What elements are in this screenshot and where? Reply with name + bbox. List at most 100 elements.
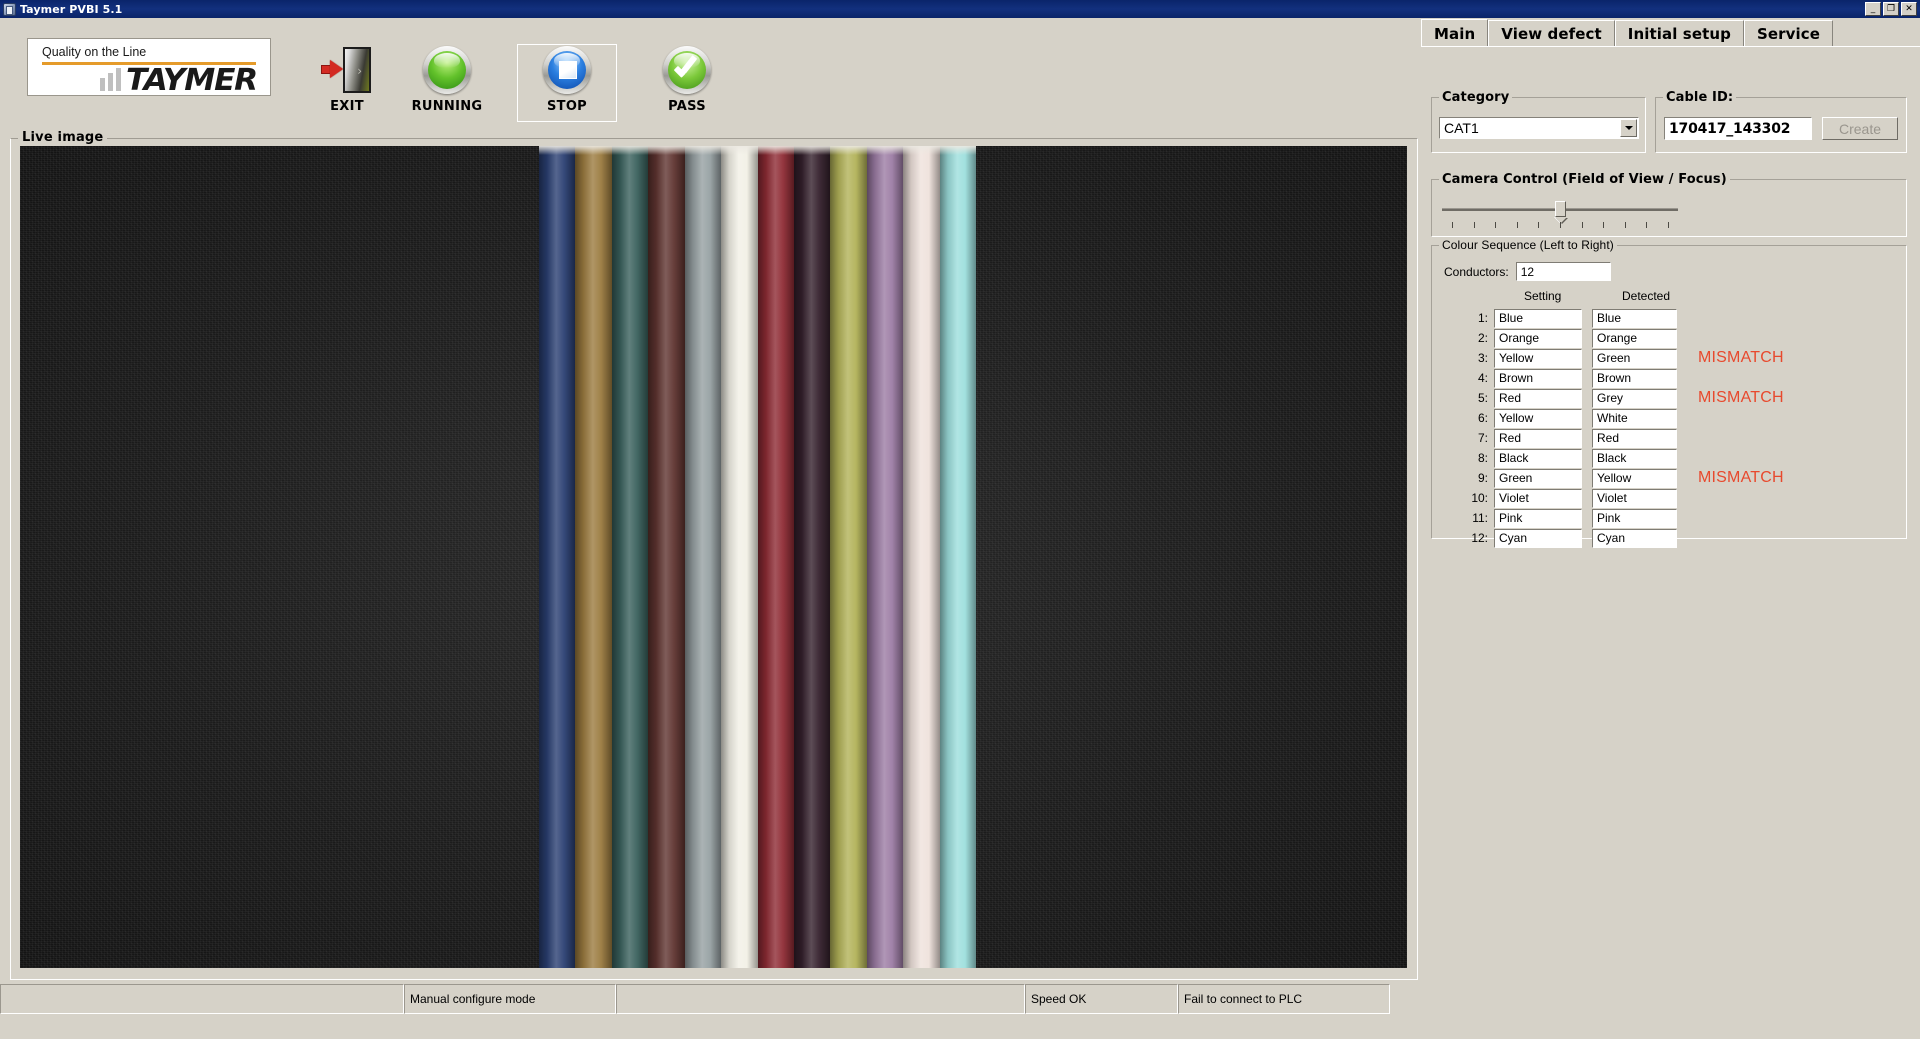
setting-input[interactable]: Orange [1494, 328, 1582, 348]
live-image-group: Live image [10, 130, 1418, 980]
detected-input[interactable]: Green [1592, 348, 1677, 368]
conductor-strip-8 [793, 146, 831, 968]
conductor-index: 2: [1477, 331, 1488, 345]
exit-button[interactable]: › EXIT [297, 44, 397, 122]
minimize-icon: _ [1870, 3, 1876, 14]
cable-conductor-strips [539, 146, 977, 968]
detected-input[interactable]: Orange [1592, 328, 1677, 348]
conductor-row: 2: Orange Orange [1432, 328, 1906, 348]
close-icon: ✕ [1905, 3, 1913, 14]
slider-thumb[interactable] [1554, 201, 1566, 217]
cable-id-group: Cable ID: 170417_143302 Create [1655, 90, 1907, 153]
detected-input[interactable]: Violet [1592, 488, 1677, 508]
setting-input[interactable]: Black [1494, 448, 1582, 468]
stop-button-label: STOP [546, 99, 587, 114]
live-image-frame [10, 138, 1418, 980]
conductor-row: 12: Cyan Cyan [1432, 528, 1906, 548]
status-cell-1 [0, 984, 404, 1014]
logo-wordmark: TAYMER [126, 63, 258, 96]
camera-focus-slider[interactable] [1442, 198, 1682, 232]
conductor-index: 6: [1477, 411, 1488, 425]
category-group: Category CAT1 [1431, 90, 1646, 153]
minimize-button[interactable]: _ [1865, 2, 1881, 16]
column-header-setting: Setting [1524, 289, 1562, 303]
conductor-strip-7 [757, 146, 795, 968]
conductor-index: 5: [1477, 391, 1488, 405]
column-header-detected: Detected [1622, 289, 1671, 303]
live-image-canvas[interactable] [20, 146, 1407, 968]
app-icon [3, 2, 16, 16]
conductor-row: 5: Red Grey MISMATCH [1432, 388, 1906, 408]
logo-tagline: Quality on the Line [42, 45, 147, 59]
cable-id-legend: Cable ID: [1663, 90, 1737, 105]
cable-id-input[interactable]: 170417_143302 [1664, 117, 1812, 140]
taymer-logo: Quality on the Line TAYMER [27, 38, 271, 96]
detected-input[interactable]: White [1592, 408, 1677, 428]
detected-input[interactable]: Blue [1592, 308, 1677, 328]
setting-input[interactable]: Pink [1494, 508, 1582, 528]
detected-input[interactable]: Grey [1592, 388, 1677, 408]
conductor-strip-1 [539, 146, 576, 968]
conductors-row: Conductors: 12 [1444, 262, 1611, 281]
conductor-row: 1: Blue Blue [1432, 308, 1906, 328]
running-button-label: RUNNING [411, 99, 483, 114]
setting-input[interactable]: Cyan [1494, 528, 1582, 548]
pass-button-label: PASS [668, 99, 706, 114]
setting-input[interactable]: Red [1494, 428, 1582, 448]
conductor-strip-2 [575, 146, 613, 968]
conductor-row: 4: Brown Brown [1432, 368, 1906, 388]
setting-input[interactable]: Red [1494, 388, 1582, 408]
window-title: Taymer PVBI 5.1 [20, 2, 123, 16]
tab-bar: Main View defect Initial setup Service [1421, 19, 1920, 47]
setting-input[interactable]: Blue [1494, 308, 1582, 328]
stop-button[interactable]: STOP [517, 44, 617, 122]
cable-top-sheen [539, 146, 976, 155]
detected-input[interactable]: Yellow [1592, 468, 1677, 488]
slider-ticks [1442, 222, 1678, 229]
running-button[interactable]: RUNNING [397, 44, 497, 122]
live-image-label: Live image [18, 130, 108, 145]
colour-sequence-group: Colour Sequence (Left to Right) Conducto… [1431, 238, 1907, 548]
restore-button[interactable]: ❐ [1883, 2, 1899, 16]
create-button[interactable]: Create [1822, 117, 1898, 140]
conductor-index: 4: [1477, 371, 1488, 385]
mismatch-label: MISMATCH [1698, 389, 1784, 406]
close-button[interactable]: ✕ [1901, 2, 1917, 16]
setting-input[interactable]: Yellow [1494, 408, 1582, 428]
detected-input[interactable]: Black [1592, 448, 1677, 468]
setting-input[interactable]: Green [1494, 468, 1582, 488]
conductor-rows: 1: Blue Blue 2: Orange Orange 3: Yellow Green MIS… [1432, 308, 1906, 548]
setting-input[interactable]: Brown [1494, 368, 1582, 388]
status-cell-speed: Speed OK [1025, 984, 1178, 1014]
tab-panel-main: Category CAT1 Cable ID: 170417_143302 Cr… [1421, 46, 1920, 1039]
setting-input[interactable]: Violet [1494, 488, 1582, 508]
conductor-row: 6: Yellow White [1432, 408, 1906, 428]
conductor-strip-5 [684, 146, 722, 968]
tab-main[interactable]: Main [1421, 19, 1489, 47]
blue-stop-icon [541, 45, 593, 95]
detected-input[interactable]: Pink [1592, 508, 1677, 528]
conductors-input[interactable]: 12 [1515, 262, 1611, 281]
conductor-row: 10: Violet Violet [1432, 488, 1906, 508]
chevron-down-icon[interactable] [1620, 119, 1637, 137]
camera-control-legend: Camera Control (Field of View / Focus) [1439, 172, 1730, 187]
detected-input[interactable]: Cyan [1592, 528, 1677, 548]
tab-initial-setup[interactable]: Initial setup [1614, 20, 1744, 47]
window-controls: _ ❐ ✕ [1865, 2, 1920, 16]
conductor-strip-11 [903, 146, 941, 968]
conductor-index: 10: [1471, 491, 1488, 505]
green-check-icon [661, 45, 713, 95]
detected-input[interactable]: Red [1592, 428, 1677, 448]
tab-view-defect[interactable]: View defect [1488, 20, 1615, 47]
pass-button[interactable]: PASS [637, 44, 737, 122]
detected-input[interactable]: Brown [1592, 368, 1677, 388]
category-combobox[interactable]: CAT1 [1439, 117, 1639, 139]
conductor-index: 11: [1472, 511, 1488, 525]
setting-input[interactable]: Yellow [1494, 348, 1582, 368]
mismatch-label: MISMATCH [1698, 349, 1784, 366]
camera-control-group: Camera Control (Field of View / Focus) [1431, 172, 1907, 237]
statusbar: Manual configure mode Speed OK Fail to c… [0, 984, 1390, 1014]
conductor-strip-10 [866, 146, 904, 968]
tab-service[interactable]: Service [1743, 20, 1834, 47]
conductor-row: 3: Yellow Green MISMATCH [1432, 348, 1906, 368]
